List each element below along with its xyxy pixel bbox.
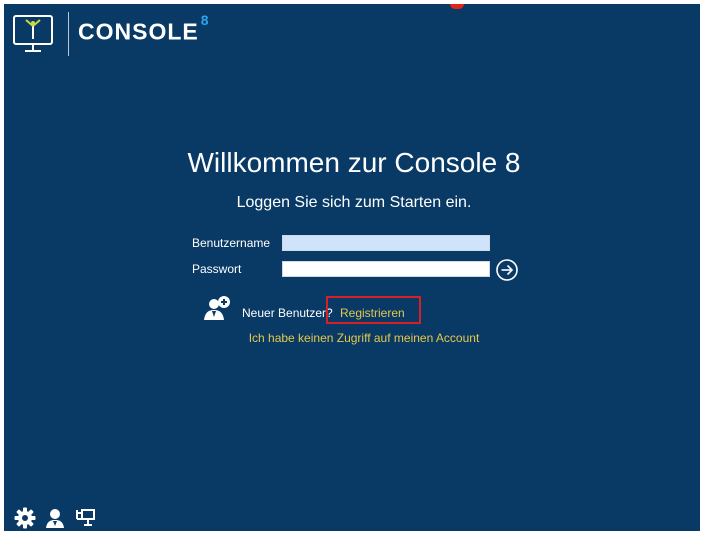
arrow-right-circle-icon	[496, 259, 518, 281]
new-user-text: Neuer Benutzer?	[242, 306, 333, 320]
brand-version: 8	[200, 12, 210, 28]
welcome-title: Willkommen zur Console 8	[187, 147, 521, 178]
gear-icon[interactable]	[14, 507, 38, 529]
username-label: Benutzername	[192, 236, 271, 250]
brand-name: CONSOLE	[78, 18, 199, 45]
brand-title: CONSOLE 8	[78, 12, 210, 46]
network-icon[interactable]	[74, 507, 98, 529]
bottom-toolbar	[14, 507, 98, 529]
password-input[interactable]	[282, 261, 490, 277]
welcome-subtitle: Loggen Sie sich zum Starten ein.	[236, 194, 472, 211]
register-link[interactable]: Registrieren	[340, 306, 405, 320]
no-access-link[interactable]: Ich habe keinen Zugriff auf meinen Accou…	[4, 331, 700, 345]
login-submit-button[interactable]	[495, 258, 519, 282]
add-user-icon	[203, 295, 231, 321]
console-logo-icon	[12, 14, 56, 56]
app-window: CONSOLE 8 Willkommen zur Console 8 Loggen…	[4, 4, 700, 531]
username-input[interactable]	[282, 235, 490, 251]
red-marker-fragment	[450, 4, 464, 9]
password-label: Passwort	[192, 262, 242, 276]
logo-divider	[68, 12, 69, 56]
user-icon[interactable]	[44, 507, 68, 529]
